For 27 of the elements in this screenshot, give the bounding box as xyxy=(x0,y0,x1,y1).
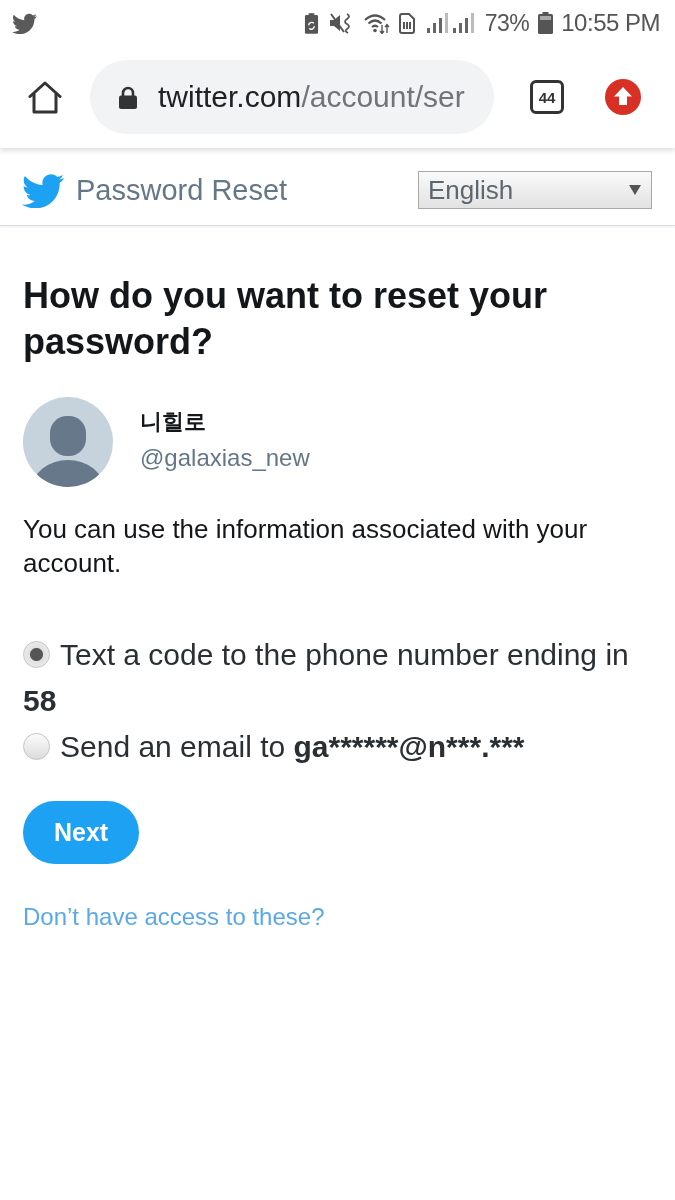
bird-icon xyxy=(22,172,64,208)
description-text: You can use the information associated with your account. xyxy=(23,513,589,580)
caret-icon xyxy=(629,185,641,195)
lock-icon xyxy=(118,85,138,109)
page-title: Password Reset xyxy=(76,173,288,207)
radio-button[interactable] xyxy=(23,733,50,760)
battery-icon xyxy=(538,12,554,34)
language-select[interactable]: English xyxy=(418,171,652,209)
muted-vibrate-icon xyxy=(328,12,353,34)
battery-percent: 73% xyxy=(484,9,530,37)
wifi-icon xyxy=(363,12,390,34)
radio-option[interactable]: Send an email to ga******@n***.*** xyxy=(23,724,652,770)
status-time: 10:55 PM xyxy=(561,9,660,37)
heading: How do you want to reset your password? xyxy=(23,274,549,364)
sim-card-icon xyxy=(398,12,415,34)
account-name: 니힐로 xyxy=(140,408,207,436)
home-icon[interactable] xyxy=(28,80,62,114)
signal-icon xyxy=(426,13,449,33)
bird-icon xyxy=(12,12,37,34)
signal-icon xyxy=(452,13,475,33)
radio-button[interactable] xyxy=(23,641,50,668)
account-handle: @galaxias_new xyxy=(140,443,310,473)
address-bar[interactable]: twitter.com/account/ser xyxy=(90,60,494,134)
avatar-icon xyxy=(23,397,113,487)
tab-switcher-button[interactable]: 44 xyxy=(530,80,564,114)
url-text: twitter.com/account/ser xyxy=(158,80,465,114)
battery-recycle-icon xyxy=(303,12,319,34)
